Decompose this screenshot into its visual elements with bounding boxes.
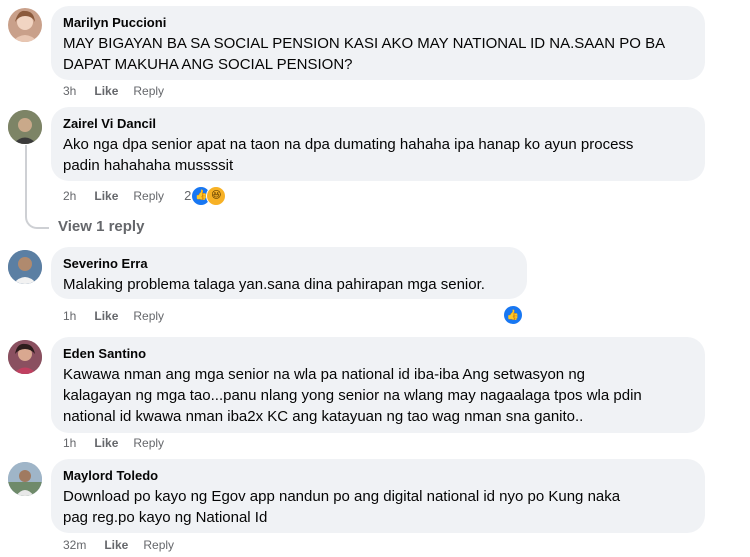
reply-thread-line — [25, 145, 49, 229]
like-reaction-icon[interactable]: 👍 — [503, 305, 523, 325]
comment-text: Malaking problema talaga yan.sana dina p… — [63, 274, 515, 295]
avatar[interactable] — [8, 250, 42, 284]
haha-reaction-icon: 😆 — [206, 186, 227, 206]
comment-text-line: Ako nga dpa senior apat na taon na dpa d… — [63, 136, 634, 153]
avatar[interactable] — [8, 462, 42, 496]
reply-button[interactable]: Reply — [143, 537, 174, 553]
comment-text: Download po kayo ng Egov app nandun po a… — [63, 486, 693, 528]
comment-bubble: Marilyn Puccioni MAY BIGAYAN BA SA SOCIA… — [51, 6, 705, 80]
avatar[interactable] — [8, 340, 42, 374]
comment-author[interactable]: Marilyn Puccioni — [63, 14, 693, 31]
avatar-photo-icon — [8, 462, 42, 496]
comment-author[interactable]: Severino Erra — [63, 255, 515, 272]
comment-actions: 2h Like Reply 2 👍 😆 — [63, 186, 227, 206]
comment-text-line: national id kwawa nman iba2x KC ang kata… — [63, 408, 584, 425]
comment-author[interactable]: Zairel Vi Dancil — [63, 115, 693, 132]
comment-bubble: Severino Erra Malaking problema talaga y… — [51, 247, 527, 299]
avatar-photo-icon — [8, 340, 42, 374]
reaction-summary[interactable]: 2 👍 😆 — [184, 186, 227, 206]
comment-time[interactable]: 32m — [63, 537, 86, 553]
comment-actions: 32m Like Reply — [63, 537, 174, 553]
comment-text-line: Download po kayo ng Egov app nandun po a… — [63, 488, 621, 505]
comment-text-line: Kawawa nman ang mga senior na wla pa nat… — [63, 366, 585, 383]
comment-text-line: kalagayan ng mga tao...panu nlang yong s… — [63, 387, 642, 404]
like-button[interactable]: Like — [104, 537, 128, 553]
comment-bubble: Zairel Vi Dancil Ako nga dpa senior apat… — [51, 107, 705, 181]
reply-button[interactable]: Reply — [133, 188, 164, 204]
avatar-photo-icon — [8, 110, 42, 144]
comment-author[interactable]: Eden Santino — [63, 345, 693, 362]
comment-text: Kawawa nman ang mga senior na wla pa nat… — [63, 364, 693, 427]
like-button[interactable]: Like — [94, 308, 118, 324]
like-button[interactable]: Like — [94, 83, 118, 99]
reply-button[interactable]: Reply — [133, 308, 164, 324]
view-replies-link[interactable]: View 1 reply — [58, 218, 144, 235]
comment-actions: 1h Like Reply — [63, 308, 164, 324]
comment-time[interactable]: 1h — [63, 435, 76, 451]
like-button[interactable]: Like — [94, 435, 118, 451]
comment-bubble: Maylord Toledo Download po kayo ng Egov … — [51, 459, 705, 533]
comment-text-line: DAPAT MAKUHA ANG SOCIAL PENSION? — [63, 56, 353, 73]
comment-text-line: pag reg.po kayo ng National Id — [63, 509, 268, 526]
comment-actions: 3h Like Reply — [63, 83, 164, 99]
avatar[interactable] — [8, 110, 42, 144]
comment-bubble: Eden Santino Kawawa nman ang mga senior … — [51, 337, 705, 433]
comment-time[interactable]: 1h — [63, 308, 76, 324]
avatar[interactable] — [8, 8, 42, 42]
comment-text-line: MAY BIGAYAN BA SA SOCIAL PENSION KASI AK… — [63, 35, 666, 52]
comment-text: MAY BIGAYAN BA SA SOCIAL PENSION KASI AK… — [63, 33, 693, 75]
avatar-photo-icon — [12, 10, 38, 42]
comment-time[interactable]: 2h — [63, 188, 76, 204]
avatar-photo-icon — [8, 250, 42, 284]
comment-time[interactable]: 3h — [63, 83, 76, 99]
comment-text-line: Malaking problema talaga yan.sana dina p… — [63, 276, 485, 293]
reply-button[interactable]: Reply — [133, 83, 164, 99]
comment-text-line: padin hahahaha mussssit — [63, 157, 234, 174]
like-button[interactable]: Like — [94, 188, 118, 204]
reply-button[interactable]: Reply — [133, 435, 164, 451]
reaction-count: 2 — [184, 188, 192, 203]
comment-author[interactable]: Maylord Toledo — [63, 467, 693, 484]
comment-text: Ako nga dpa senior apat na taon na dpa d… — [63, 134, 693, 176]
comment-actions: 1h Like Reply — [63, 435, 164, 451]
